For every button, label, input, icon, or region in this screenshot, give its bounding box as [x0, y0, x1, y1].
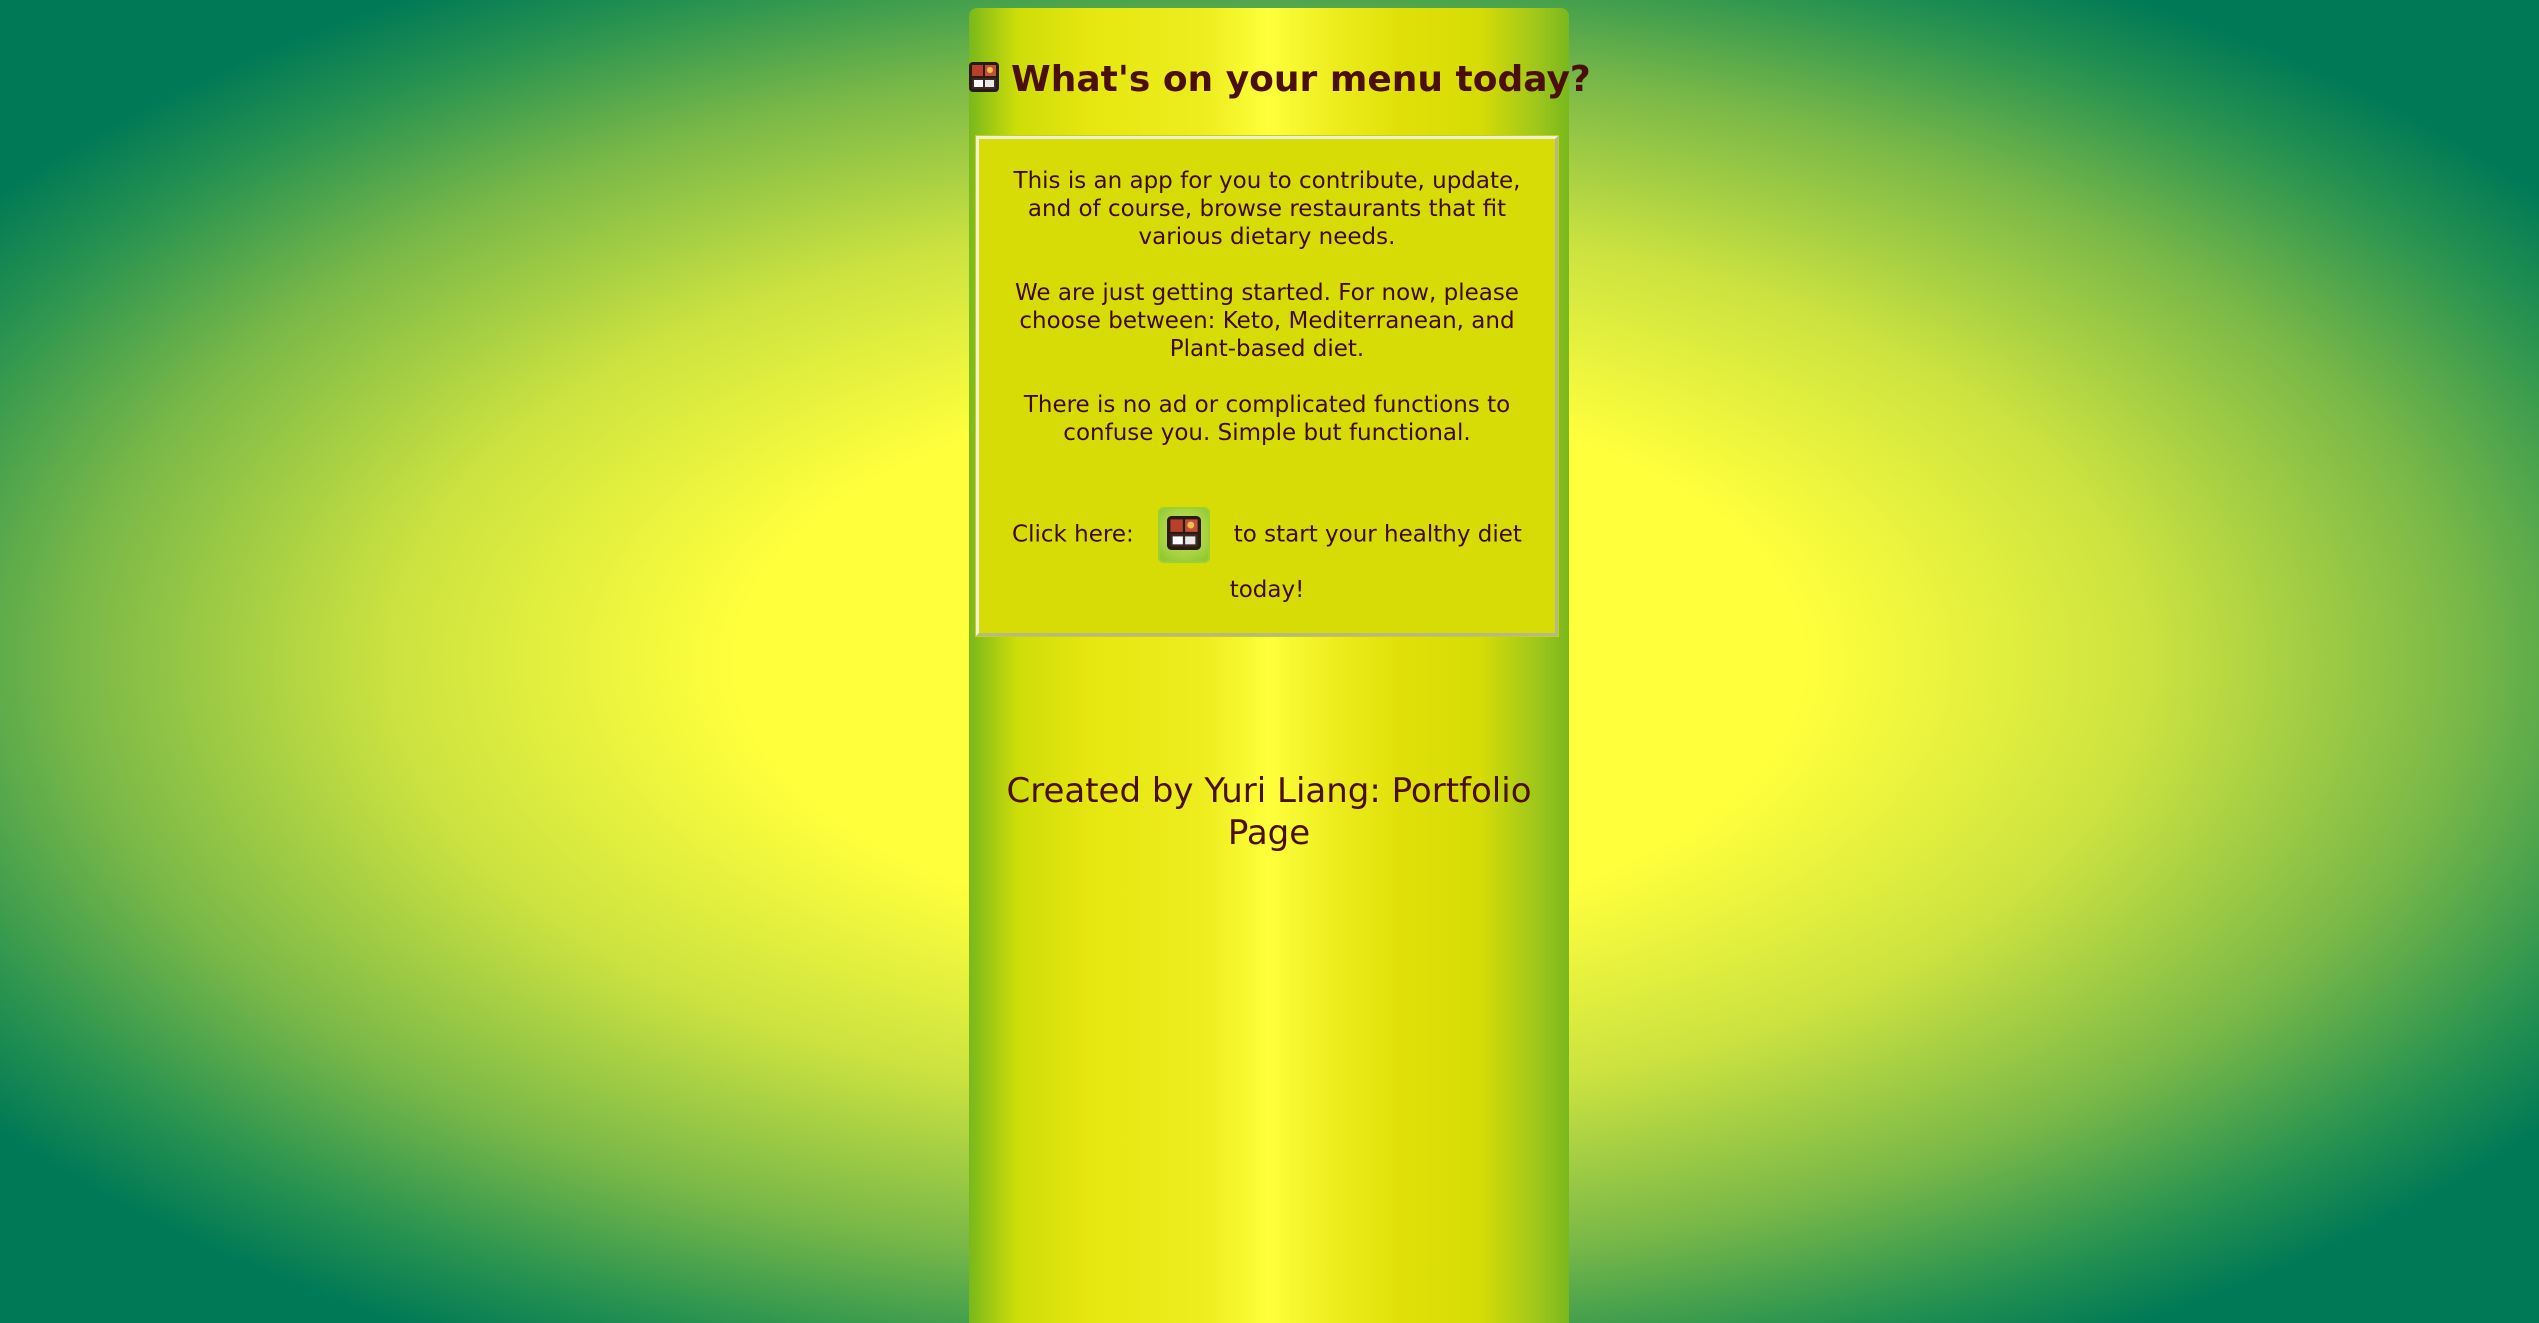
main-column: What's on your menu today? This is an ap… — [969, 8, 1591, 1323]
page-background: { "header": { "title": "What's on your m… — [0, 0, 2539, 1323]
page-title-row: What's on your menu today? — [969, 56, 1591, 104]
cta-suffix: to start your healthy diet today! — [1229, 521, 1522, 604]
intro-card: This is an app for you to contribute, up… — [976, 136, 1558, 636]
footer-credit[interactable]: Created by Yuri Liang: Portfolio Page — [989, 770, 1549, 854]
bento-box-icon — [969, 57, 999, 92]
cta-prefix: Click here: — [1012, 521, 1134, 548]
intro-paragraph-2: We are just getting started. For now, pl… — [1015, 280, 1519, 362]
intro-paragraph-1: This is an app for you to contribute, up… — [1013, 168, 1521, 250]
bento-box-icon — [1166, 516, 1201, 550]
page-title: What's on your menu today? — [1011, 59, 1591, 100]
intro-paragraph-3: There is no ad or complicated functions … — [1023, 392, 1511, 446]
call-to-action: Click here: to start your healthy diet t… — [999, 507, 1535, 617]
start-diet-button[interactable] — [1157, 507, 1210, 563]
